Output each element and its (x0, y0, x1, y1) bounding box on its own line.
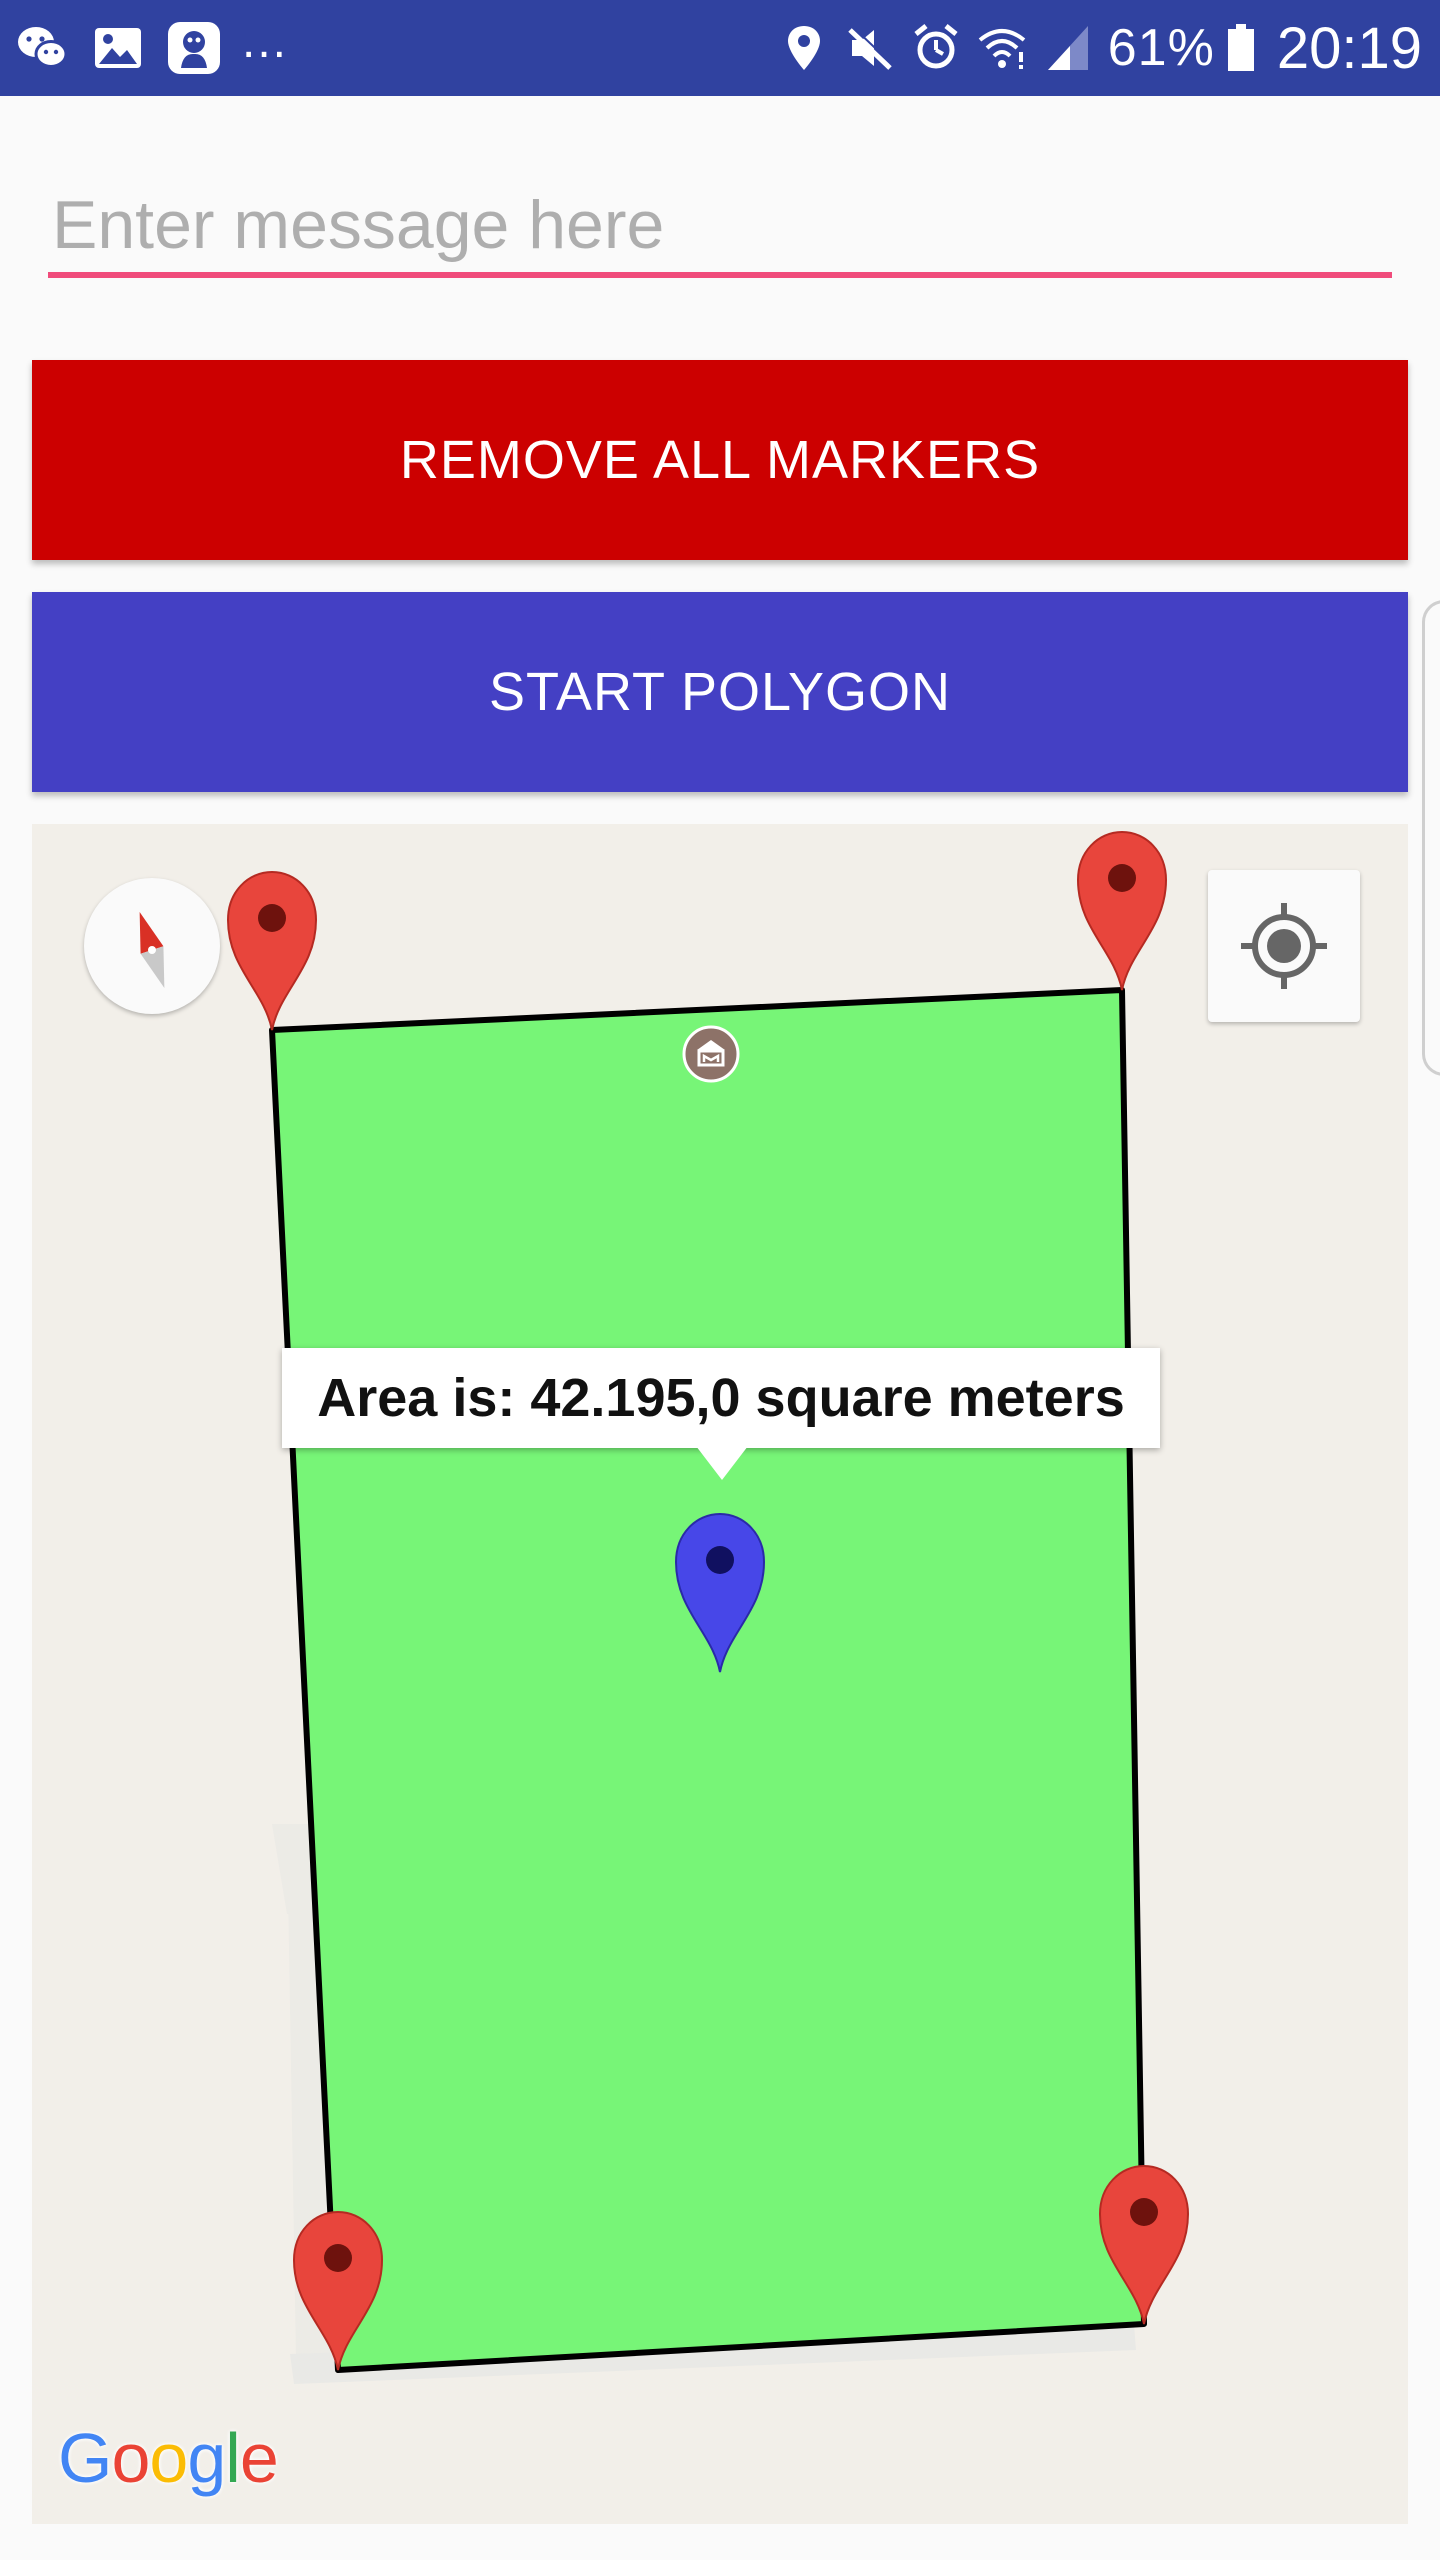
edge-panel-handle[interactable] (1422, 600, 1440, 1076)
google-logo: Google (58, 2418, 279, 2498)
wifi-icon (978, 29, 1026, 69)
marker-info-window[interactable]: Area is: 42.195,0 square meters (282, 1348, 1160, 1448)
remove-all-markers-button[interactable]: REMOVE ALL MARKERS (32, 360, 1408, 560)
google-logo-letter: G (58, 2419, 112, 2497)
message-input[interactable] (48, 178, 1392, 278)
battery-percentage: 61% (1107, 19, 1215, 77)
my-location-button[interactable] (1208, 870, 1360, 1022)
wechat-icon (18, 27, 68, 68)
google-logo-letter: o (149, 2419, 188, 2497)
map-canvas[interactable] (32, 824, 1408, 2524)
signal-icon (1047, 26, 1088, 70)
my-location-icon (1241, 903, 1327, 989)
area-text: Area is: 42.195,0 square meters (317, 1368, 1125, 1428)
google-logo-letter: g (187, 2419, 226, 2497)
alarm-icon (914, 24, 958, 69)
vertex-marker[interactable] (226, 870, 318, 1031)
system-icons: 61% 20:19 (762, 14, 1422, 82)
gallery-icon (95, 28, 141, 68)
mute-icon (848, 26, 894, 70)
clock: 20:19 (1276, 15, 1422, 81)
app-notification-icon (168, 22, 220, 74)
remove-all-markers-label: REMOVE ALL MARKERS (399, 430, 1041, 490)
status-bar: ... 61% 20:19 (0, 0, 1440, 96)
battery-icon (1227, 24, 1254, 71)
info-window-tail (696, 1446, 748, 1480)
google-logo-letter: e (239, 2419, 279, 2497)
area-polygon[interactable] (269, 987, 1147, 2373)
compass-icon (139, 911, 165, 989)
museum-poi-icon[interactable] (682, 1025, 740, 1083)
notification-icons: ... (14, 18, 288, 78)
google-logo-letter: l (225, 2419, 241, 2497)
google-logo-letter: o (111, 2419, 150, 2497)
map-view[interactable]: Area is: 42.195,0 square meters Google (32, 824, 1408, 2524)
vertex-marker[interactable] (1076, 830, 1168, 991)
location-icon (787, 26, 820, 70)
compass-button[interactable] (84, 878, 220, 1014)
start-polygon-label: START POLYGON (488, 662, 952, 722)
start-polygon-button[interactable]: START POLYGON (32, 592, 1408, 792)
more-notifications-indicator: ... (242, 15, 289, 68)
